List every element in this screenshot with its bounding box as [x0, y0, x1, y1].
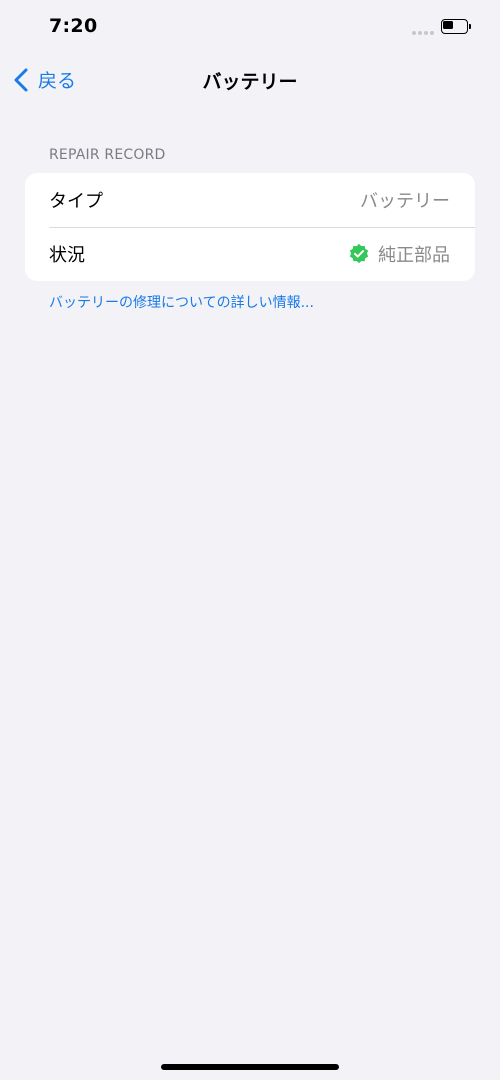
verified-badge-icon	[349, 243, 369, 264]
status-bar: 7:20	[0, 0, 500, 54]
battery-icon	[441, 19, 471, 34]
list-item-status: 状況 純正部品	[25, 227, 475, 281]
navigation-bar: 戻る バッテリー	[0, 56, 500, 102]
row-label: タイプ	[49, 191, 103, 212]
battery-repair-info-link[interactable]: バッテリーの修理についての詳しい情報...	[49, 292, 314, 312]
repair-record-list: タイプ バッテリー 状況 純正部品	[25, 173, 475, 281]
section-header: REPAIR RECORD	[49, 147, 166, 163]
battery-fill	[443, 21, 453, 29]
status-time: 7:20	[49, 15, 98, 37]
screen: 7:20 戻る バッテリー REPAIR RECORD タイプ バッテリー 状況	[0, 0, 500, 1080]
page-title: バッテリー	[202, 71, 298, 93]
row-value: 純正部品	[378, 245, 450, 266]
row-value-wrapper: 純正部品	[348, 241, 450, 267]
row-label: 状況	[49, 245, 85, 266]
home-indicator[interactable]	[161, 1064, 339, 1070]
cellular-signal-icon	[412, 31, 434, 35]
row-value: バッテリー	[360, 191, 450, 212]
list-item-type: タイプ バッテリー	[25, 173, 475, 227]
